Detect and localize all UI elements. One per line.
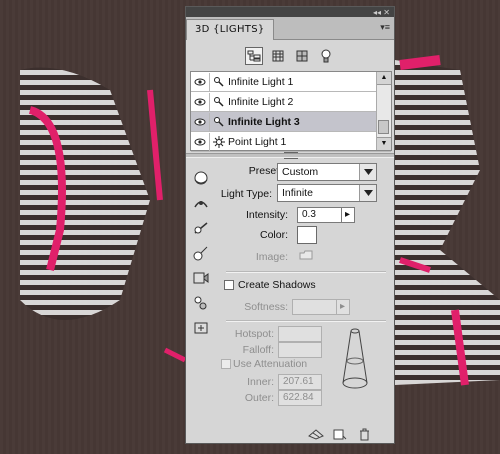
panel-splitter[interactable]: [186, 152, 394, 159]
light-type-label: Light Type:: [220, 188, 272, 200]
point-light-icon: [210, 135, 228, 148]
rotate-light-tool-icon[interactable]: [190, 167, 212, 189]
render-icon[interactable]: [308, 427, 324, 441]
light-guides-icon[interactable]: [190, 292, 212, 314]
infinite-light-icon: [210, 96, 228, 108]
camera-light-tool-icon[interactable]: [190, 267, 212, 289]
panel-menu-icon[interactable]: ▾≡: [380, 22, 390, 33]
color-label: Color:: [259, 229, 288, 241]
panel-footer: [186, 425, 394, 443]
collapse-close-controls[interactable]: ◂◂ ✕: [373, 8, 390, 17]
light-name: Infinite Light 3: [228, 115, 300, 128]
use-attenuation-checkbox: [221, 359, 231, 369]
origin-light-tool-icon[interactable]: [190, 242, 212, 264]
light-name: Infinite Light 2: [228, 95, 294, 108]
visibility-eye-icon[interactable]: [191, 132, 210, 151]
light-row[interactable]: Infinite Light 2: [191, 92, 391, 112]
light-row[interactable]: Point Light 1: [191, 132, 391, 152]
scene-filter-icon[interactable]: [245, 47, 263, 65]
softness-slider-arrow-icon: ▸: [336, 299, 350, 315]
scroll-down-arrow-icon[interactable]: ▼: [377, 137, 391, 150]
list-scrollbar[interactable]: ▲ ▼: [376, 72, 391, 150]
divider: [226, 320, 386, 322]
light-row-selected[interactable]: Infinite Light 3: [191, 112, 391, 132]
preset-value: Custom: [282, 166, 319, 178]
drag-light-tool-icon[interactable]: [190, 192, 212, 214]
panel-title-strip: ◂◂ ✕: [186, 7, 394, 17]
outer-label: Outer:: [244, 392, 274, 404]
light-filter-icon[interactable]: [317, 47, 335, 65]
lights-list: Infinite Light 1 Infinite Light 2 Infini…: [190, 71, 392, 152]
create-shadows-label: Create Shadows: [238, 279, 316, 291]
folder-icon[interactable]: [299, 250, 313, 260]
softness-label: Softness:: [244, 301, 288, 313]
intensity-label: Intensity:: [245, 209, 288, 221]
divider: [226, 271, 386, 273]
visibility-eye-icon[interactable]: [191, 92, 210, 111]
hotspot-label: Hotspot:: [234, 328, 274, 340]
hotspot-field: [278, 326, 322, 342]
scroll-thumb[interactable]: [378, 120, 389, 134]
light-row[interactable]: Infinite Light 1: [191, 72, 391, 92]
scroll-up-arrow-icon[interactable]: ▲: [377, 72, 391, 85]
3d-lights-panel: ◂◂ ✕ 3D {LIGHTS} ▾≡ Infinite Light 1 Inf…: [185, 6, 395, 444]
spotlight-cone-icon: [340, 325, 370, 395]
visibility-eye-icon[interactable]: [191, 72, 210, 91]
delete-light-icon[interactable]: [356, 427, 372, 441]
use-attenuation-label: Use Attenuation: [233, 358, 308, 370]
infinite-light-icon: [210, 76, 228, 88]
infinite-light-icon: [210, 116, 228, 128]
new-light-tool-icon[interactable]: [190, 317, 212, 339]
preset-select[interactable]: Custom: [277, 163, 377, 181]
tab-bar: 3D {LIGHTS} ▾≡: [186, 17, 394, 40]
inner-field: 207.61: [278, 374, 322, 390]
splitter-grip-icon[interactable]: [284, 152, 298, 159]
intensity-slider-arrow-icon[interactable]: ▸: [341, 207, 355, 223]
slide-light-tool-icon[interactable]: [190, 217, 212, 239]
create-shadows-checkbox[interactable]: [224, 280, 234, 290]
mesh-filter-icon[interactable]: [269, 47, 287, 65]
light-type-select[interactable]: Infinite: [277, 184, 377, 202]
new-light-icon[interactable]: [332, 427, 348, 441]
preset-label: Preset:: [248, 165, 282, 177]
falloff-field: [278, 342, 322, 358]
tab-3d-lights[interactable]: 3D {LIGHTS}: [186, 19, 274, 40]
inner-label: Inner:: [247, 376, 274, 388]
light-type-value: Infinite: [282, 187, 313, 199]
material-filter-icon[interactable]: [293, 47, 311, 65]
light-tools: [190, 167, 212, 342]
outer-field: 622.84: [278, 390, 322, 406]
falloff-label: Falloff:: [242, 344, 274, 356]
light-name: Point Light 1: [228, 135, 287, 148]
chevron-down-icon[interactable]: [359, 185, 376, 201]
filter-toolbar: [186, 44, 394, 68]
light-name: Infinite Light 1: [228, 75, 294, 88]
visibility-eye-icon[interactable]: [191, 112, 210, 131]
chevron-down-icon[interactable]: [359, 164, 376, 180]
image-label: Image:: [255, 251, 288, 263]
color-swatch[interactable]: [297, 226, 317, 244]
